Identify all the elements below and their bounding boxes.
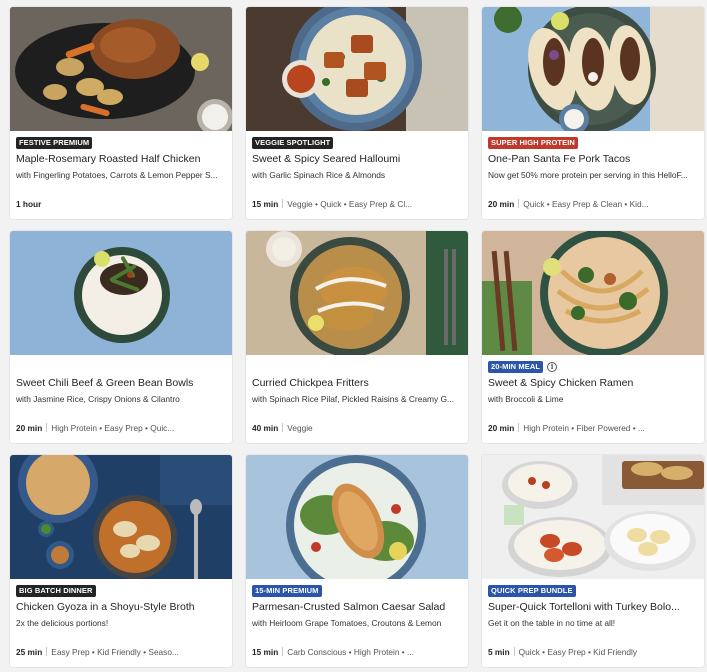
recipe-tags: Veggie [287,423,313,433]
recipe-badge: 15-MIN PREMIUM [252,585,322,597]
recipe-subtitle: with Heirloom Grape Tomatoes, Croutons &… [252,618,442,628]
recipe-photo[interactable] [246,7,468,131]
prep-time: 40 min [252,423,279,433]
prep-time: 5 min [488,647,510,657]
recipe-meta: 1 hour [16,199,226,210]
recipe-meta: 20 min Quick • Easy Prep & Clean • Kid... [488,199,698,210]
recipe-tags: High Protein • Fiber Powered • ... [523,423,645,433]
recipe-card[interactable]: SUPER HIGH PROTEIN One-Pan Santa Fe Pork… [482,7,704,219]
recipe-badge: FESTIVE PREMIUM [16,137,93,149]
recipe-meta: 20 min High Protein • Fiber Powered • ... [488,423,698,434]
prep-time: 15 min [252,647,279,657]
recipe-card[interactable]: QUICK PREP BUNDLE Super-Quick Tortelloni… [482,455,704,667]
recipe-photo[interactable] [10,231,232,355]
recipe-badge: QUICK PREP BUNDLE [488,585,576,597]
recipe-title[interactable]: Sweet & Spicy Seared Halloumi [252,153,462,166]
recipe-meta: 40 min Veggie [252,423,462,434]
recipe-badge: BIG BATCH DINNER [16,585,96,597]
recipe-card[interactable]: BIG BATCH DINNER Chicken Gyoza in a Shoy… [10,455,232,667]
prep-time: 25 min [16,647,43,657]
recipe-badge: SUPER HIGH PROTEIN [488,137,578,149]
recipe-card[interactable]: VEGGIE SPOTLIGHT Sweet & Spicy Seared Ha… [246,7,468,219]
recipe-title[interactable]: Parmesan-Crusted Salmon Caesar Salad [252,601,462,614]
recipe-grid: FESTIVE PREMIUM Maple-Rosemary Roasted H… [0,0,707,672]
recipe-photo[interactable] [246,455,468,579]
recipe-card[interactable]: 20-MIN MEAL i Sweet & Spicy Chicken Rame… [482,231,704,443]
recipe-title[interactable]: Super-Quick Tortelloni with Turkey Bolo.… [488,601,698,614]
recipe-card[interactable]: 15-MIN PREMIUM Parmesan-Crusted Salmon C… [246,455,468,667]
recipe-photo[interactable] [482,7,704,131]
recipe-tags: Veggie • Quick • Easy Prep & Cl... [287,199,413,209]
recipe-title[interactable]: Maple-Rosemary Roasted Half Chicken [16,153,226,166]
info-icon[interactable]: i [547,362,558,372]
recipe-subtitle: 2x the delicious portions! [16,618,109,628]
recipe-title[interactable]: One-Pan Santa Fe Pork Tacos [488,153,698,166]
recipe-tags: Carb Conscious • High Protein • ... [287,647,414,657]
badge-row-empty [16,360,226,374]
recipe-subtitle: with Fingerling Potatoes, Carrots & Lemo… [16,170,218,180]
recipe-meta: 5 min Quick • Easy Prep • Kid Friendly [488,647,698,658]
recipe-subtitle: with Broccoli & Lime [488,394,564,404]
recipe-title[interactable]: Sweet Chili Beef & Green Bean Bowls [16,377,226,390]
badge-row-empty [252,360,462,374]
prep-time: 20 min [488,423,515,433]
recipe-meta: 15 min Carb Conscious • High Protein • ..… [252,647,462,658]
recipe-subtitle: with Garlic Spinach Rice & Almonds [252,170,386,180]
recipe-subtitle: Now get 50% more protein per serving in … [488,170,688,180]
recipe-photo[interactable] [246,231,468,355]
recipe-meta: 25 min Easy Prep • Kid Friendly • Seaso..… [16,647,226,658]
recipe-subtitle: Get it on the table in no time at all! [488,618,616,628]
recipe-photo[interactable] [10,455,232,579]
recipe-badge: VEGGIE SPOTLIGHT [252,137,334,149]
recipe-card[interactable]: Curried Chickpea Fritters with Spinach R… [246,231,468,443]
recipe-subtitle: with Spinach Rice Pilaf, Pickled Raisins… [252,394,455,404]
prep-time: 15 min [252,199,279,209]
prep-time: 20 min [16,423,43,433]
prep-time: 20 min [488,199,515,209]
recipe-tags: Easy Prep • Kid Friendly • Seaso... [51,647,179,657]
recipe-card[interactable]: FESTIVE PREMIUM Maple-Rosemary Roasted H… [10,7,232,219]
recipe-photo[interactable] [482,455,704,579]
recipe-badge: 20-MIN MEAL [488,361,544,373]
recipe-title[interactable]: Chicken Gyoza in a Shoyu-Style Broth [16,601,226,614]
recipe-photo[interactable] [482,231,704,355]
recipe-meta: 20 min High Protein • Easy Prep • Quic... [16,423,226,434]
recipe-tags: Quick • Easy Prep & Clean • Kid... [523,199,649,209]
recipe-tags: High Protein • Easy Prep • Quic... [51,423,175,433]
recipe-subtitle: with Jasmine Rice, Crispy Onions & Cilan… [16,394,180,404]
recipe-title[interactable]: Sweet & Spicy Chicken Ramen [488,377,698,390]
recipe-tags: Quick • Easy Prep • Kid Friendly [518,647,637,657]
recipe-meta: 15 min Veggie • Quick • Easy Prep & Cl... [252,199,462,210]
prep-time: 1 hour [16,199,42,209]
recipe-card[interactable]: Sweet Chili Beef & Green Bean Bowls with… [10,231,232,443]
recipe-photo[interactable] [10,7,232,131]
recipe-title[interactable]: Curried Chickpea Fritters [252,377,462,390]
